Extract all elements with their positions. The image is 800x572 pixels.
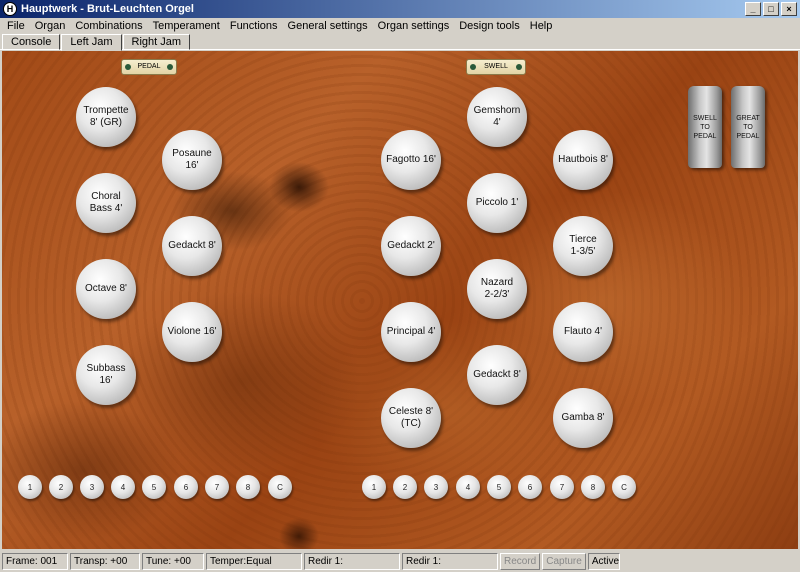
piston-right-4[interactable]: 4 xyxy=(456,475,480,499)
status-temperament: Temper:Equal xyxy=(206,553,302,570)
coupler-swell-to-pedal[interactable]: SWELL TO PEDAL xyxy=(688,86,722,168)
stop-gedackt-8-pedal[interactable]: Gedackt 8' xyxy=(162,216,222,276)
swell-label: SWELL xyxy=(484,63,508,70)
stop-posaune-16[interactable]: Posaune 16' xyxy=(162,130,222,190)
stop-nazard[interactable]: Nazard 2-2/3' xyxy=(467,259,527,319)
menu-design-tools[interactable]: Design tools xyxy=(454,20,525,32)
stop-gedackt-2[interactable]: Gedackt 2' xyxy=(381,216,441,276)
status-tune: Tune: +00 xyxy=(142,553,204,570)
stop-gedackt-8-swell[interactable]: Gedackt 8' xyxy=(467,345,527,405)
window-title: Hauptwerk - Brut-Leuchten Orgel xyxy=(21,3,194,15)
hauptwerk-icon[interactable]: H xyxy=(3,2,17,16)
close-button[interactable]: × xyxy=(781,2,797,16)
tab-left-jam[interactable]: Left Jam xyxy=(61,34,122,51)
stop-flauto-4[interactable]: Flauto 4' xyxy=(553,302,613,362)
piston-right-6[interactable]: 6 xyxy=(518,475,542,499)
piston-left-5[interactable]: 5 xyxy=(142,475,166,499)
record-button[interactable]: Record xyxy=(500,553,541,570)
menu-organ[interactable]: Organ xyxy=(30,20,71,32)
menu-organ-settings[interactable]: Organ settings xyxy=(373,20,455,32)
piston-left-8[interactable]: 8 xyxy=(236,475,260,499)
tab-right-jam[interactable]: Right Jam xyxy=(122,34,191,50)
coupler-great-to-pedal[interactable]: GREAT TO PEDAL xyxy=(731,86,765,168)
piston-right-1[interactable]: 1 xyxy=(362,475,386,499)
tab-bar: Console Left Jam Right Jam xyxy=(0,34,800,51)
status-active: Active xyxy=(587,553,620,570)
status-transpose: Transp: +00 xyxy=(70,553,140,570)
piston-left-4[interactable]: 4 xyxy=(111,475,135,499)
stop-celeste-8[interactable]: Celeste 8' (TC) xyxy=(381,388,441,448)
stop-fagotto-16[interactable]: Fagotto 16' xyxy=(381,130,441,190)
piston-left-1[interactable]: 1 xyxy=(18,475,42,499)
stop-trompette-8[interactable]: Trompette 8' (GR) xyxy=(76,87,136,147)
status-bar: Frame: 001 Transp: +00 Tune: +00 Temper:… xyxy=(0,551,800,572)
stop-principal-4[interactable]: Principal 4' xyxy=(381,302,441,362)
stop-octave-8[interactable]: Octave 8' xyxy=(76,259,136,319)
piston-right-7[interactable]: 7 xyxy=(550,475,574,499)
stop-gemshorn-4[interactable]: Gemshorn 4' xyxy=(467,87,527,147)
stop-subbass-16[interactable]: Subbass 16' xyxy=(76,345,136,405)
menu-general-settings[interactable]: General settings xyxy=(283,20,373,32)
menu-temperament[interactable]: Temperament xyxy=(148,20,225,32)
piston-left-6[interactable]: 6 xyxy=(174,475,198,499)
piston-left-3[interactable]: 3 xyxy=(80,475,104,499)
pedal-label: PEDAL xyxy=(137,63,161,70)
swell-label-plate: SWELL xyxy=(466,59,526,75)
title-bar: H Hauptwerk - Brut-Leuchten Orgel _ □ × xyxy=(0,0,800,18)
stop-tierce[interactable]: Tierce 1-3/5' xyxy=(553,216,613,276)
piston-left-2[interactable]: 2 xyxy=(49,475,73,499)
maximize-button[interactable]: □ xyxy=(763,2,779,16)
menu-bar: File Organ Combinations Temperament Func… xyxy=(0,18,800,34)
minimize-button[interactable]: _ xyxy=(745,2,761,16)
stop-gamba-8[interactable]: Gamba 8' xyxy=(553,388,613,448)
piston-left-cancel[interactable]: C xyxy=(268,475,292,499)
piston-right-3[interactable]: 3 xyxy=(424,475,448,499)
menu-functions[interactable]: Functions xyxy=(225,20,283,32)
menu-file[interactable]: File xyxy=(2,20,30,32)
console-panel: PEDAL SWELL Trompette 8' (GR) Choral Bas… xyxy=(2,51,798,549)
pedal-label-plate: PEDAL xyxy=(121,59,177,75)
capture-button[interactable]: Capture xyxy=(542,553,586,570)
piston-left-7[interactable]: 7 xyxy=(205,475,229,499)
piston-right-cancel[interactable]: C xyxy=(612,475,636,499)
tab-console[interactable]: Console xyxy=(2,34,61,50)
piston-right-5[interactable]: 5 xyxy=(487,475,511,499)
stop-choral-bass-4[interactable]: Choral Bass 4' xyxy=(76,173,136,233)
stop-piccolo-1[interactable]: Piccolo 1' xyxy=(467,173,527,233)
menu-help[interactable]: Help xyxy=(525,20,558,32)
piston-right-2[interactable]: 2 xyxy=(393,475,417,499)
menu-combinations[interactable]: Combinations xyxy=(70,20,147,32)
stop-hautbois-8[interactable]: Hautbois 8' xyxy=(553,130,613,190)
piston-right-8[interactable]: 8 xyxy=(581,475,605,499)
stop-violone-16[interactable]: Violone 16' xyxy=(162,302,222,362)
status-redirect-2: Redir 1: xyxy=(402,553,498,570)
status-frame: Frame: 001 xyxy=(2,553,68,570)
status-redirect-1: Redir 1: xyxy=(304,553,400,570)
